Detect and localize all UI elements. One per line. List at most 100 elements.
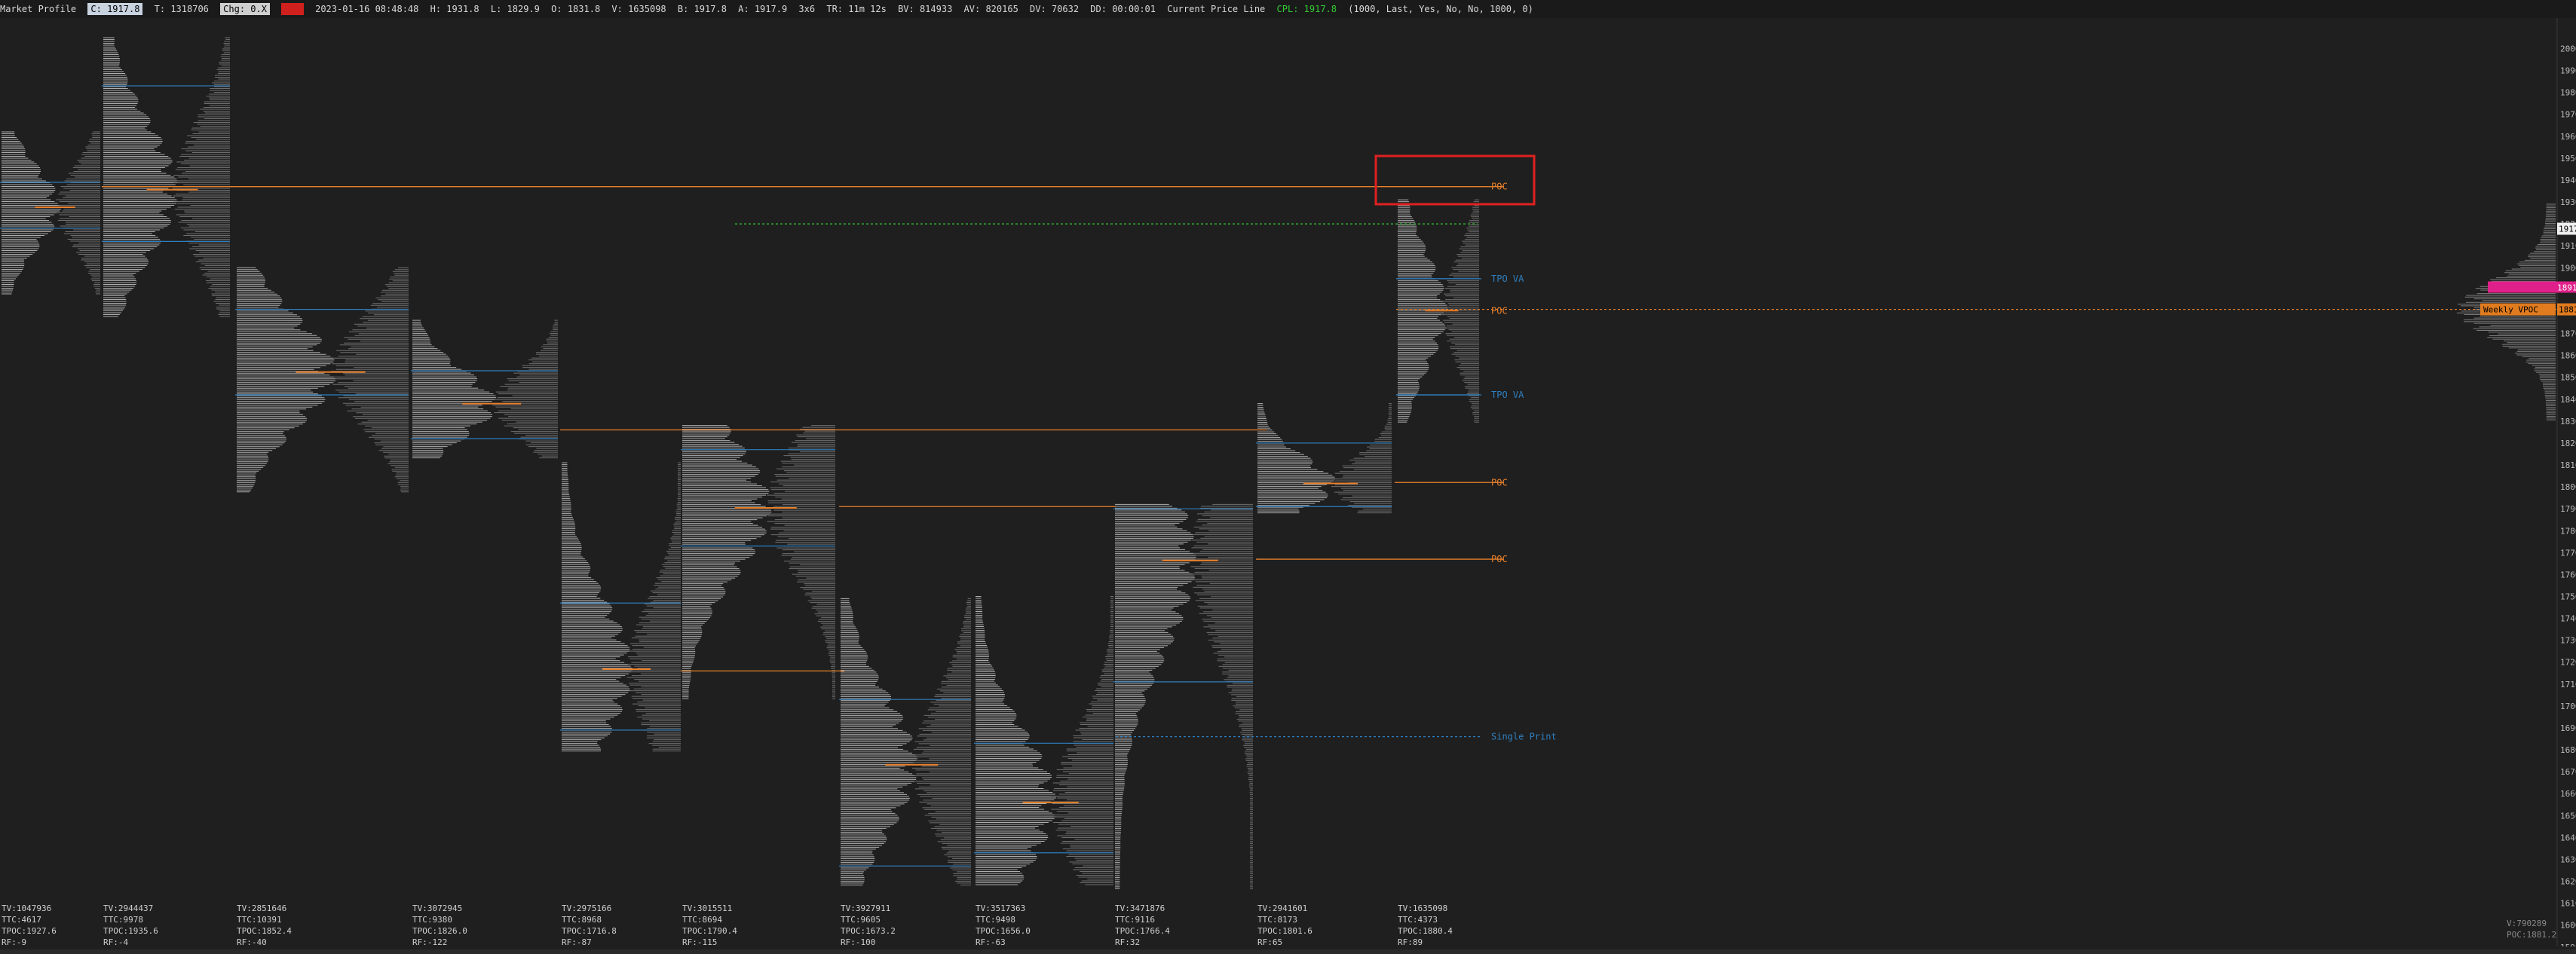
low-value: L: 1829.9 xyxy=(490,4,540,14)
bid-value: B: 1917.8 xyxy=(677,4,727,14)
price-axis-tick: 1700.0 xyxy=(2560,702,2576,711)
cpl-value: CPL: 1917.8 xyxy=(1276,4,1337,14)
session-stat-rf: RF:-4 xyxy=(103,937,129,947)
session-profile xyxy=(1115,503,1253,889)
buy-volume: BV: 814933 xyxy=(898,4,953,14)
price-axis-tick: 1650.0 xyxy=(2560,811,2576,821)
session-stat-tpoc: TPOC:1801.6 xyxy=(1257,926,1313,936)
session-profile xyxy=(412,320,558,459)
session-stat-ttc: TTC:9116 xyxy=(1115,915,1155,925)
session-stat-rf: RF:-122 xyxy=(412,937,448,947)
delta-volume: DV: 70632 xyxy=(1030,4,1080,14)
session-stat-ttc: TTC:4617 xyxy=(2,915,41,925)
session-profile xyxy=(841,598,971,885)
session-stat-block: TV:2851646 TTC:10391 TPOC:1852.4 RF:-40 xyxy=(237,903,292,948)
poc-label-1802: POC xyxy=(1491,477,1508,488)
bottom-scroll-strip[interactable] xyxy=(0,949,2576,954)
price-axis-tick: 1910.0 xyxy=(2560,241,2576,251)
session-stat-block: TV:3517363 TTC:9498 TPOC:1656.0 RF:-63 xyxy=(976,903,1031,948)
price-axis-tick: 1770.0 xyxy=(2560,548,2576,558)
price-axis-tick: 1610.0 xyxy=(2560,899,2576,909)
price-axis-tick: 1740.0 xyxy=(2560,614,2576,624)
price-axis-tick: 1970.0 xyxy=(2560,110,2576,120)
cpl-label: Current Price Line xyxy=(1167,4,1266,14)
price-axis-tick: 1660.0 xyxy=(2560,789,2576,799)
session-stat-block: TV:2944437 TTC:9978 TPOC:1935.6 RF:-4 xyxy=(103,903,158,948)
price-axis-tick: 1830.0 xyxy=(2560,417,2576,427)
price-axis-tick: 1980.0 xyxy=(2560,88,2576,98)
session-stat-ttc: TTC:8173 xyxy=(1257,915,1297,925)
right-poc: POC:1881.2 xyxy=(2507,930,2557,940)
price-axis-tick: 1840.0 xyxy=(2560,395,2576,405)
poc-label-1767: POC xyxy=(1491,554,1508,564)
right-volume: V:790289 xyxy=(2507,919,2547,928)
price-axis-tick: 1900.0 xyxy=(2560,263,2576,273)
session-stat-rf: RF:-100 xyxy=(841,937,876,947)
highlight-box xyxy=(1374,154,1536,206)
price-axis-tick: 1750.0 xyxy=(2560,592,2576,602)
high-value: H: 1931.8 xyxy=(430,4,479,14)
session-stat-tv: TV:1047936 xyxy=(2,904,52,913)
session-stat-block: TV:1635098 TTC:4373 TPOC:1880.4 RF:89 xyxy=(1398,903,1453,948)
right-stats: V:790289 POC:1881.2 xyxy=(2507,918,2556,940)
price-axis-tick: 1870.0 xyxy=(2560,329,2576,339)
poc-label-1880: POC xyxy=(1491,305,1508,316)
open-value: O: 1831.8 xyxy=(551,4,601,14)
magenta-label: 1891 xyxy=(2557,283,2576,292)
price-axis-tick: 1680.0 xyxy=(2560,745,2576,755)
time-remaining: TR: 11m 12s xyxy=(826,4,887,14)
session-profile xyxy=(237,267,409,493)
session-stat-ttc: TTC:9605 xyxy=(841,915,881,925)
change-badge: Chg: 0.X xyxy=(220,3,270,15)
price-axis-tick: 1850.0 xyxy=(2560,373,2576,383)
session-profile xyxy=(976,596,1113,885)
price-axis-tick: 1930.0 xyxy=(2560,197,2576,207)
header-bar: Market Profile C: 1917.8 T: 1318706 Chg:… xyxy=(0,0,2576,18)
session-stat-tpoc: TPOC:1852.4 xyxy=(237,926,292,936)
params-value: (1000, Last, Yes, No, No, 1000, 0) xyxy=(1348,4,1533,14)
price-axis-tick: 1730.0 xyxy=(2560,636,2576,646)
poc-label-1937: POC xyxy=(1491,182,1508,192)
session-stat-block: TV:3471876 TTC:9116 TPOC:1766.4 RF:32 xyxy=(1115,903,1170,948)
session-stat-rf: RF:-87 xyxy=(562,937,592,947)
volume-value: V: 1635098 xyxy=(611,4,666,14)
size-value: 3x6 xyxy=(798,4,816,14)
price-axis-tick: 1710.0 xyxy=(2560,680,2576,690)
session-profile xyxy=(682,425,835,699)
session-stat-tv: TV:1635098 xyxy=(1398,904,1448,913)
price-axis-tick: 1950.0 xyxy=(2560,154,2576,164)
session-stat-tv: TV:3927911 xyxy=(841,904,891,913)
price-axis-tick: 1790.0 xyxy=(2560,504,2576,514)
price-axis-tick: 1690.0 xyxy=(2560,723,2576,733)
price-axis-tick: 1940.0 xyxy=(2560,176,2576,185)
app-title: Market Profile xyxy=(0,4,77,14)
session-stat-ttc: TTC:9380 xyxy=(412,915,452,925)
session-stat-tv: TV:3015511 xyxy=(682,904,733,913)
price-axis-tick: 1590.0 xyxy=(2560,943,2576,946)
price-axis-tick: 1600.0 xyxy=(2560,921,2576,931)
session-stat-block: TV:2941601 TTC:8173 TPOC:1801.6 RF:65 xyxy=(1257,903,1313,948)
session-stat-rf: RF:-9 xyxy=(2,937,27,947)
session-stat-tpoc: TPOC:1927.6 xyxy=(2,926,57,936)
session-stat-tv: TV:3517363 xyxy=(976,904,1026,913)
market-profile-chart[interactable]: POC POC POC POC TPO VA TPO VA Single Print 2000… xyxy=(0,18,2576,946)
current-price-label: 1917.8 xyxy=(2559,225,2576,234)
session-stat-ttc: TTC:8694 xyxy=(682,915,722,925)
session-stat-tv: TV:2975166 xyxy=(562,904,612,913)
price-axis-tick: 1640.0 xyxy=(2560,833,2576,842)
price-axis-tick: 1760.0 xyxy=(2560,570,2576,579)
price-axis-tick: 1960.0 xyxy=(2560,132,2576,142)
session-profile xyxy=(1257,403,1392,514)
session-stat-tpoc: TPOC:1716.8 xyxy=(562,926,617,936)
price-axis-tick: 1720.0 xyxy=(2560,658,2576,668)
weekly-vpoc-label: Weekly VPOC xyxy=(2483,305,2538,315)
session-stat-ttc: TTC:9978 xyxy=(103,915,143,925)
session-stat-block: TV:3015511 TTC:8694 TPOC:1790.4 RF:-115 xyxy=(682,903,737,948)
session-stat-ttc: TTC:8968 xyxy=(562,915,602,925)
price-axis-tick: 1630.0 xyxy=(2560,855,2576,864)
single-print-label: Single Print xyxy=(1491,732,1557,742)
session-stat-rf: RF:32 xyxy=(1115,937,1141,947)
session-stat-tv: TV:3072945 xyxy=(412,904,463,913)
session-stat-tv: TV:3471876 xyxy=(1115,904,1165,913)
session-stat-tpoc: TPOC:1880.4 xyxy=(1398,926,1453,936)
